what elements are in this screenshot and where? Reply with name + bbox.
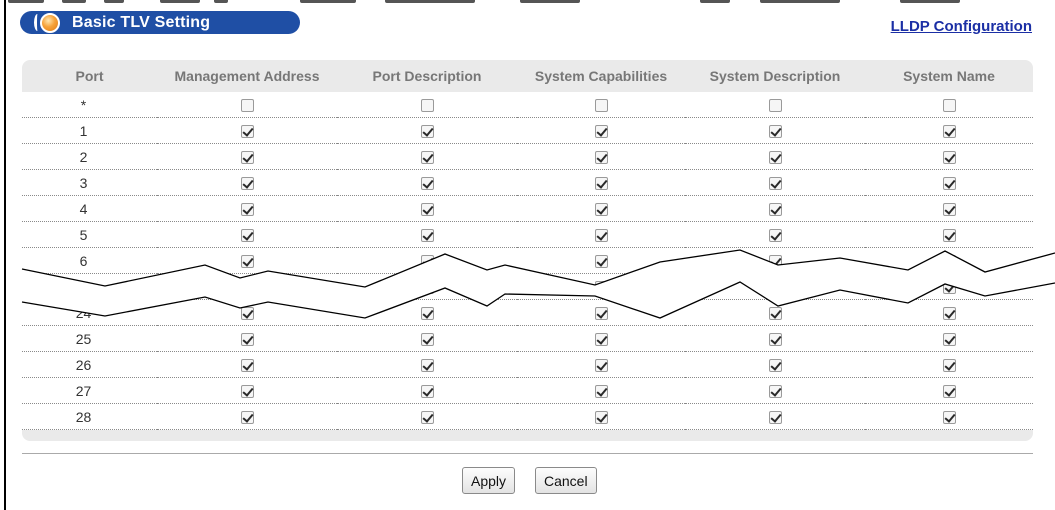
table-break-separator (21, 249, 1055, 319)
divider-line (22, 453, 1033, 454)
apply-button[interactable]: Apply (462, 467, 516, 494)
cancel-button[interactable]: Cancel (535, 467, 597, 494)
